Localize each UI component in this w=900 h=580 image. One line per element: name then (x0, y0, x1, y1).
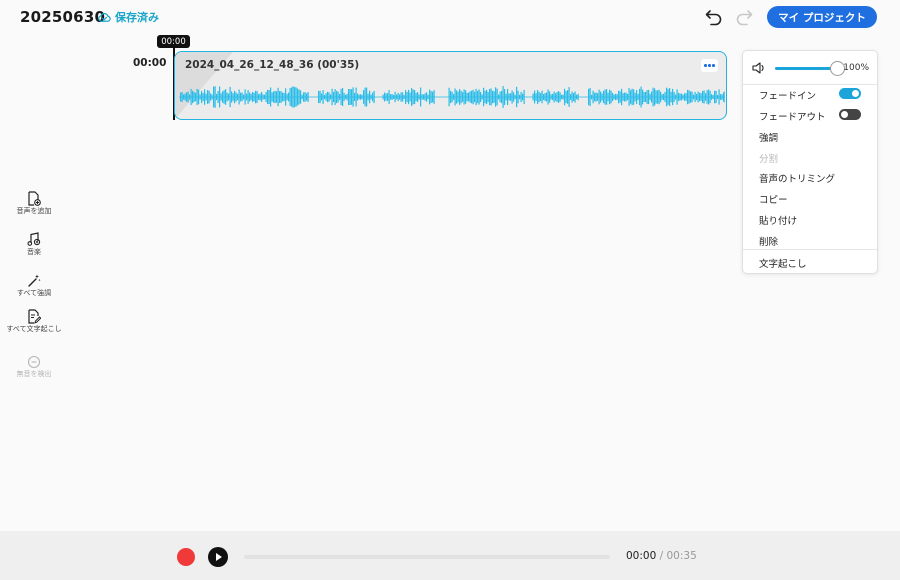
tool-label: 音楽 (27, 248, 41, 256)
volume-control: 100% (743, 51, 877, 85)
tool-label: 音声を追加 (16, 207, 52, 215)
current-time: 00:00 (626, 550, 657, 562)
tool-transcribe-all[interactable]: すべて文字起こし (4, 309, 64, 333)
track-start-time: 00:00 (133, 57, 167, 69)
tool-enhance-all[interactable]: すべて強調 (4, 273, 64, 297)
tool-detect-silence: 無音を検出 (4, 355, 64, 378)
play-button[interactable] (208, 547, 228, 567)
add-audio-file-icon (28, 191, 41, 206)
time-readout: 00:00 / 00:35 (626, 550, 697, 562)
magic-wand-icon (28, 274, 41, 287)
player-bar: 00:00 / 00:35 (0, 531, 900, 580)
playback-progress-bar[interactable] (244, 555, 610, 559)
more-dot (708, 64, 711, 67)
project-title[interactable]: 20250630 (20, 8, 105, 26)
tool-music[interactable]: 音楽 (4, 232, 64, 256)
clip-more-button[interactable] (701, 59, 718, 72)
clip-title: 2024_04_26_12_48_36 (00'35) (185, 59, 360, 71)
music-icon (27, 232, 41, 246)
more-dot (712, 64, 715, 67)
save-status: 保存済み (97, 9, 159, 25)
menu-item-delete[interactable]: 削除 (759, 234, 778, 248)
tool-label: すべて文字起こし (6, 325, 62, 333)
audio-clip[interactable]: 2024_04_26_12_48_36 (00'35) (174, 51, 727, 120)
volume-slider[interactable] (775, 61, 845, 76)
speaker-icon[interactable] (752, 62, 766, 74)
undo-icon[interactable] (704, 8, 724, 26)
fade-in-toggle[interactable] (839, 88, 861, 99)
menu-item-fade-out[interactable]: フェードアウト (759, 109, 826, 123)
more-dot (704, 64, 707, 67)
save-status-label: 保存済み (115, 11, 159, 24)
menu-item-transcribe[interactable]: 文字起こし (759, 256, 807, 270)
clip-context-menu: 100% フェードイン フェードアウト 強調 分割 音声のトリミング コピー 貼… (742, 50, 878, 274)
menu-item-enhance[interactable]: 強調 (759, 130, 778, 144)
menu-divider (743, 249, 877, 250)
my-projects-button[interactable]: マイ プロジェクト (767, 6, 877, 28)
tool-label: 無音を検出 (16, 370, 52, 378)
cloud-check-icon (98, 12, 111, 22)
menu-item-fade-in[interactable]: フェードイン (759, 88, 816, 102)
audio-waveform (179, 86, 725, 108)
tool-add-audio[interactable]: 音声を追加 (4, 191, 64, 215)
top-bar: 20250630 保存済み マイ プロジェクト (0, 0, 900, 34)
tool-label: すべて強調 (16, 289, 52, 297)
volume-percent: 100% (843, 63, 869, 73)
transcribe-doc-icon (28, 309, 41, 324)
menu-item-copy[interactable]: コピー (759, 192, 788, 206)
time-separator: / (659, 550, 664, 562)
menu-item-trim-audio[interactable]: 音声のトリミング (759, 171, 835, 185)
total-time: 00:35 (666, 550, 697, 562)
volume-slider-fill (775, 67, 837, 70)
menu-item-split: 分割 (759, 154, 779, 165)
silence-detect-icon (27, 355, 41, 369)
fade-out-toggle[interactable] (839, 109, 861, 120)
record-button[interactable] (177, 548, 195, 566)
playhead-time-badge[interactable]: 00:00 (157, 35, 190, 48)
menu-item-paste[interactable]: 貼り付け (759, 213, 797, 227)
redo-icon[interactable] (734, 8, 754, 26)
